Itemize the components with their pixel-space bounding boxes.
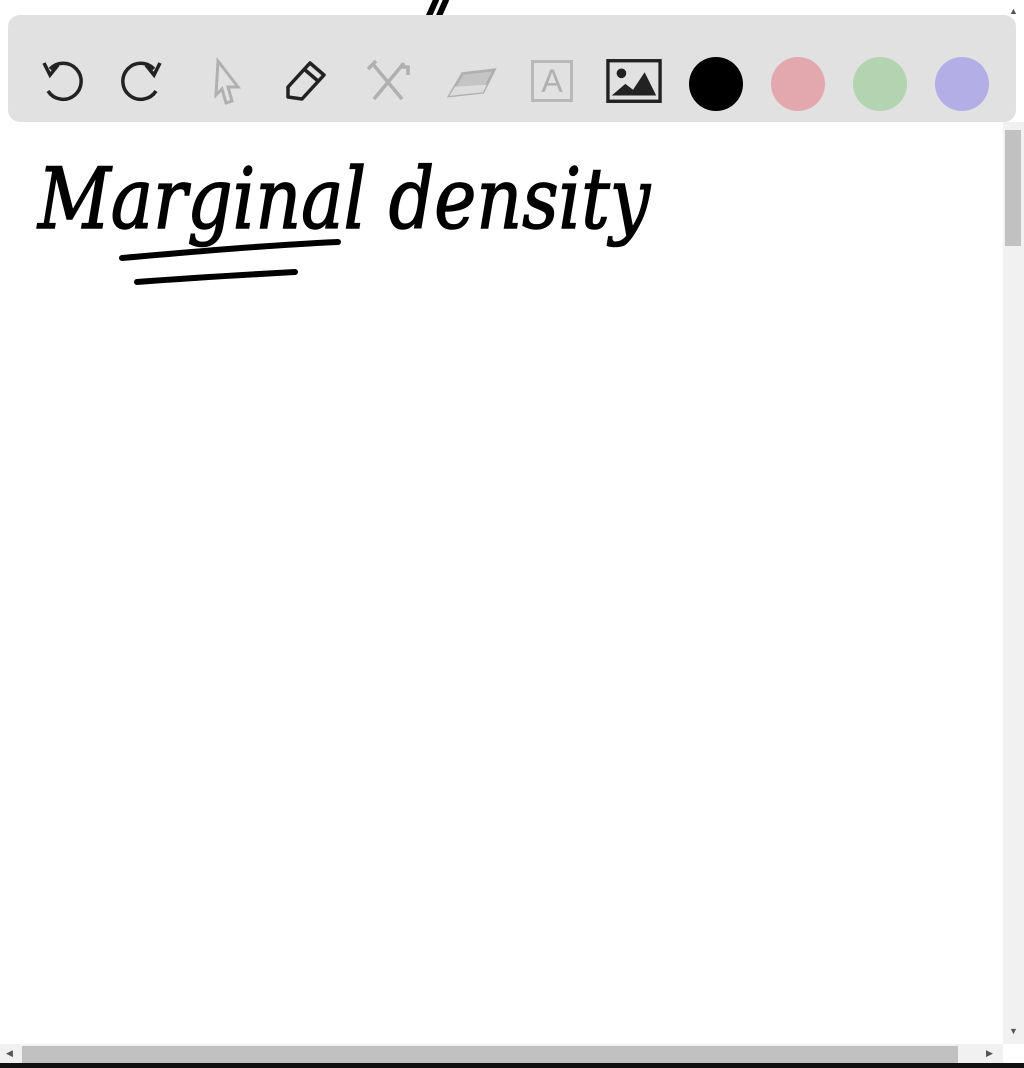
color-swatch-pink[interactable] xyxy=(771,57,825,111)
image-button[interactable] xyxy=(606,51,662,111)
drawing-toolbar: A xyxy=(8,15,1016,122)
color-swatch-black[interactable] xyxy=(689,57,743,111)
eraser-button[interactable] xyxy=(442,51,498,111)
color-swatch-green[interactable] xyxy=(853,57,907,111)
undo-button[interactable] xyxy=(34,51,90,111)
drawing-canvas[interactable]: Marginal density xyxy=(0,0,1003,1044)
bottom-edge xyxy=(0,1063,1024,1068)
redo-button[interactable] xyxy=(114,51,170,111)
scroll-left-arrow-icon[interactable]: ◀ xyxy=(6,1048,13,1059)
pen-icon xyxy=(286,61,326,101)
text-button[interactable]: A xyxy=(524,51,580,111)
horizontal-scrollbar-thumb[interactable] xyxy=(22,1046,958,1063)
redo-icon xyxy=(121,61,162,102)
tools-button[interactable] xyxy=(360,51,416,111)
vertical-scrollbar[interactable] xyxy=(1003,122,1024,1044)
tools-icon xyxy=(366,59,410,101)
select-pointer-icon xyxy=(214,56,242,105)
scroll-right-arrow-icon[interactable]: ▶ xyxy=(986,1048,993,1059)
text-icon: A xyxy=(531,60,573,102)
undo-icon xyxy=(42,61,83,102)
eraser-icon xyxy=(446,68,497,98)
pen-button[interactable] xyxy=(278,51,334,111)
scroll-down-arrow-icon[interactable]: ▼ xyxy=(1009,1026,1018,1036)
select-button[interactable] xyxy=(198,51,254,111)
color-swatch-purple[interactable] xyxy=(935,57,989,111)
vertical-scrollbar-thumb[interactable] xyxy=(1005,130,1021,246)
scroll-up-arrow-icon[interactable]: ▲ xyxy=(1009,6,1018,16)
handwritten-marginal-density: Marginal density xyxy=(36,150,651,248)
image-icon xyxy=(606,59,662,103)
